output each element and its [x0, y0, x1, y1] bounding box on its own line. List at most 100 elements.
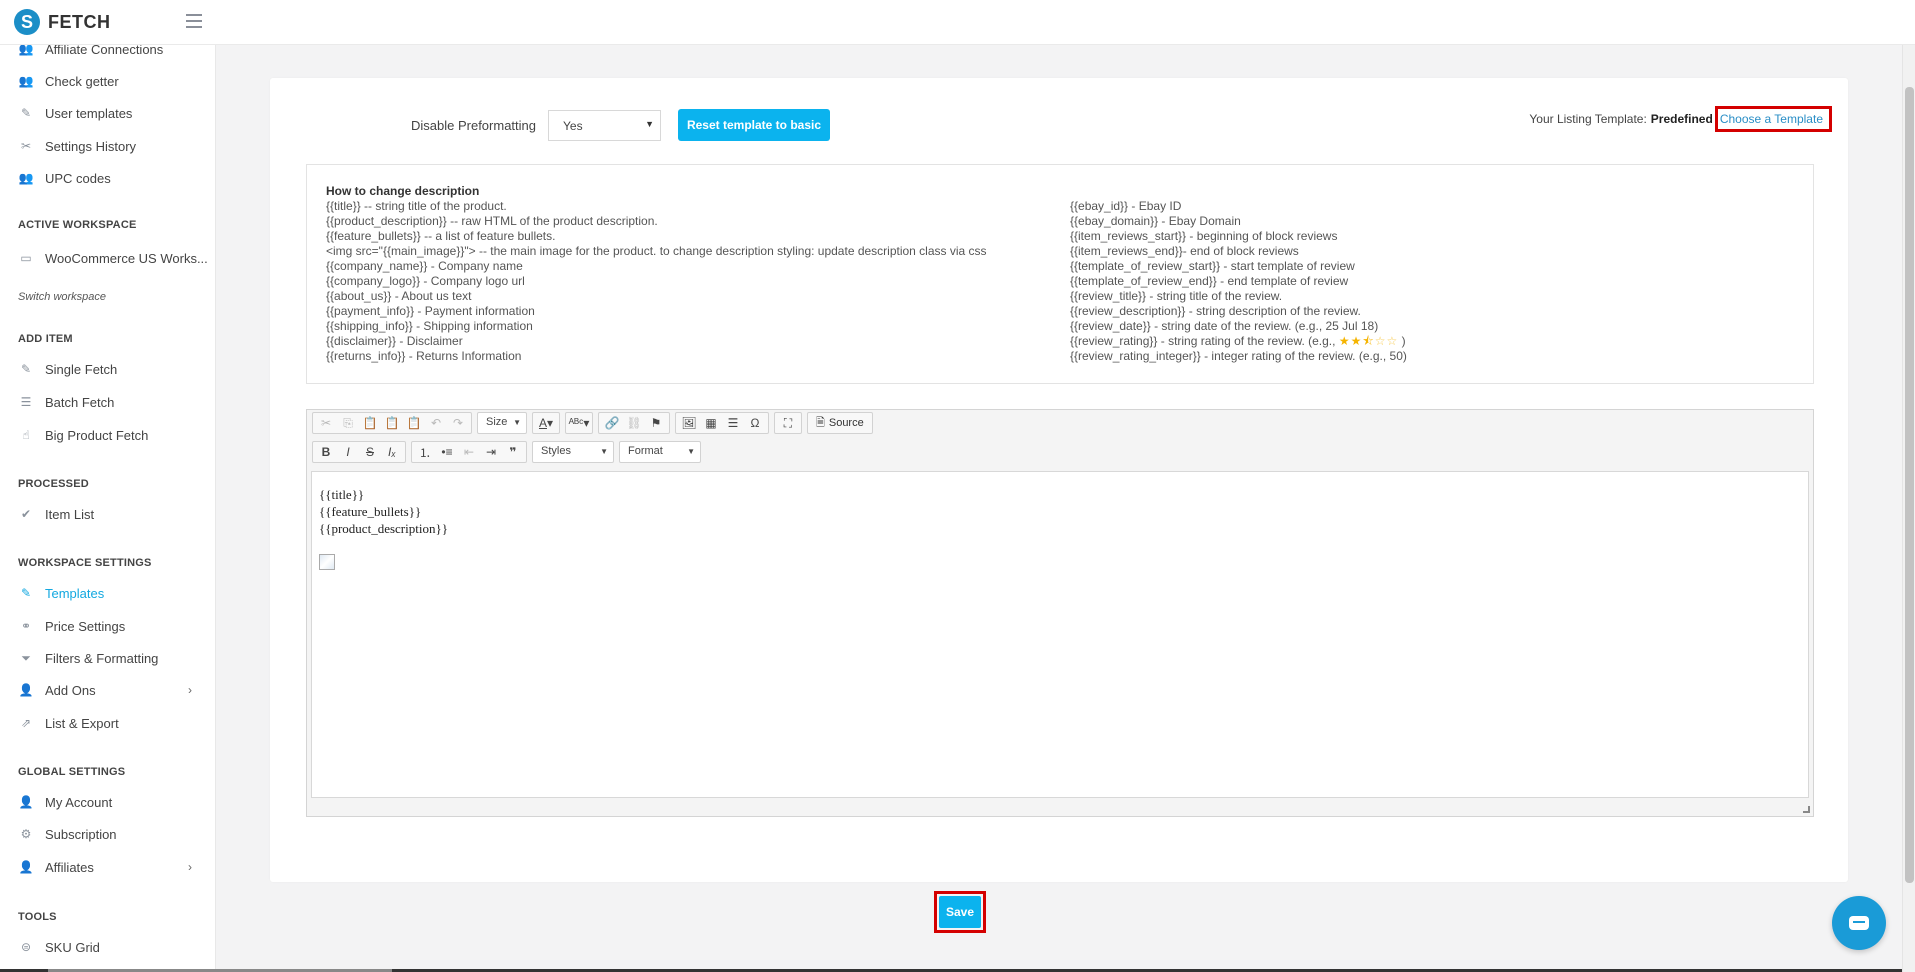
help-line: {{returns_info}} - Returns Information [326, 349, 522, 363]
sidebar-item-label: List & Export [45, 715, 119, 731]
section-global-settings: GLOBAL SETTINGS [18, 766, 126, 778]
spellcheck-icon[interactable]: ᴬᴮᶜ▾ [568, 413, 590, 433]
chat-button[interactable] [1832, 896, 1886, 950]
editor-line: {{title}} [319, 487, 365, 502]
blockquote-icon[interactable]: ❞ [502, 442, 524, 462]
user-plus-icon: 👤 [18, 860, 34, 874]
save-button[interactable]: Save [939, 896, 981, 928]
paste-text-icon[interactable]: 📋 [381, 413, 403, 433]
sidebar-item-label: Big Product Fetch [45, 427, 149, 443]
resize-handle-icon[interactable] [1803, 806, 1810, 813]
sidebar-item-label: Price Settings [45, 618, 126, 634]
indent-icon[interactable]: ⇥ [480, 442, 502, 462]
link-group: 🔗 ⛓ ⚑ [598, 412, 670, 434]
outdent-icon[interactable]: ⇤ [458, 442, 480, 462]
sidebar-item-workspace[interactable]: ▭ WooCommerce US Works... [18, 247, 208, 269]
sidebar-item-upc-codes[interactable]: 👥 UPC codes [18, 167, 208, 189]
help-line: {{title}} -- string title of the product… [326, 199, 507, 213]
user-plus-icon: 👤 [18, 683, 34, 697]
sidebar-item-user-templates[interactable]: ✎ User templates [18, 102, 208, 124]
anchor-flag-icon[interactable]: ⚑ [645, 413, 667, 433]
rating-stars-icon: ★★⯪☆☆ [1338, 334, 1399, 348]
switch-workspace-link[interactable]: Switch workspace [18, 291, 106, 303]
format-dropdown[interactable]: Format ▼ [619, 441, 701, 463]
copy-icon[interactable]: ⎘ [337, 413, 359, 433]
sidebar-item-list-export[interactable]: ⇗ List & Export [18, 712, 208, 734]
help-right-column: {{ebay_id}} - Ebay ID {{ebay_domain}} - … [1070, 199, 1407, 364]
review-rating-suffix: ) [1401, 334, 1406, 348]
export-icon: ⇗ [20, 716, 32, 730]
table-icon[interactable]: ▦ [700, 413, 722, 433]
sidebar-item-check-getter[interactable]: 👥 Check getter [18, 70, 208, 92]
help-line-review-rating: {{review_rating}} - string rating of the… [1070, 334, 1407, 349]
sidebar-item-subscription[interactable]: ⚙ Subscription [18, 823, 208, 845]
bold-icon[interactable]: B [315, 442, 337, 462]
bulleted-list-icon[interactable]: •≡ [436, 442, 458, 462]
chevron-right-icon: › [188, 683, 192, 697]
maximize-icon[interactable]: ⛶ [777, 413, 799, 433]
image-icon[interactable]: 🖼 [678, 413, 700, 433]
caret-down-icon: ▼ [645, 119, 654, 129]
source-group: 🗎 Source [807, 412, 873, 434]
sidebar-item-batch-fetch[interactable]: ☰ Batch Fetch [18, 391, 208, 413]
user-icon: 👤 [18, 795, 34, 809]
help-line: {{item_reviews_start}} - beginning of bl… [1070, 229, 1338, 243]
disable-preformatting-select[interactable]: Yes ▼ [548, 110, 661, 141]
choose-template-link[interactable]: Choose a Template [1714, 106, 1832, 132]
sidebar-item-big-product-fetch[interactable]: ☝ Big Product Fetch [18, 424, 208, 446]
paste-word-icon[interactable]: 📋 [403, 413, 425, 433]
source-button[interactable]: 🗎 Source [810, 413, 870, 433]
sidebar-item-label: User templates [45, 105, 133, 121]
reset-template-button[interactable]: Reset template to basic [678, 109, 830, 141]
sidebar-item-filters-formatting[interactable]: ⏷ Filters & Formatting [18, 647, 208, 669]
remove-format-icon[interactable]: Iₓ [381, 442, 403, 462]
brush-icon: ✎ [20, 586, 32, 600]
menu-toggle-icon[interactable] [186, 14, 202, 28]
undo-icon[interactable]: ↶ [425, 413, 447, 433]
editor-content[interactable]: {{title}} {{feature_bullets}} {{product_… [311, 471, 1809, 798]
sidebar-item-item-list[interactable]: ✔ Item List [18, 503, 208, 525]
size-dropdown[interactable]: Size ▼ [477, 412, 527, 434]
sidebar-item-label: WooCommerce US Works... [45, 250, 208, 266]
sidebar-item-label: Subscription [45, 826, 117, 842]
sidebar-item-label: Affiliates [45, 859, 94, 875]
strikethrough-icon[interactable]: S [359, 442, 381, 462]
sidebar-item-affiliates[interactable]: 👤 Affiliates › [18, 856, 208, 878]
paste-icon[interactable]: 📋 [359, 413, 381, 433]
sidebar-item-label: Affiliate Connections [45, 45, 164, 57]
help-line: {{template_of_review_end}} - end templat… [1070, 274, 1349, 288]
redo-icon[interactable]: ↷ [447, 413, 469, 433]
clipboard-group: ✂ ⎘ 📋 📋 📋 ↶ ↷ [312, 412, 472, 434]
sidebar-item-my-account[interactable]: 👤 My Account [18, 791, 208, 813]
italic-icon[interactable]: I [337, 442, 359, 462]
caret-down-icon: ▼ [513, 418, 521, 427]
listing-template-info: Your Listing Template: Predefined Choose… [1529, 106, 1832, 132]
section-processed: PROCESSED [18, 478, 89, 490]
sidebar-item-settings-history[interactable]: ✂ Settings History [18, 135, 208, 157]
brush-icon: ✎ [20, 106, 32, 120]
app-logo[interactable]: S FETCH [14, 9, 111, 35]
sidebar-item-templates[interactable]: ✎ Templates [18, 582, 208, 604]
link-icon[interactable]: 🔗 [601, 413, 623, 433]
disable-preformatting-label: Disable Preformatting [411, 118, 536, 133]
styles-dropdown[interactable]: Styles ▼ [532, 441, 614, 463]
special-char-icon[interactable]: Ω [744, 413, 766, 433]
page-scrollbar[interactable] [1902, 45, 1915, 972]
help-title: How to change description [326, 184, 480, 198]
cut-icon[interactable]: ✂ [315, 413, 337, 433]
sidebar-item-add-ons[interactable]: 👤 Add Ons › [18, 679, 208, 701]
sidebar-item-sku-grid[interactable]: ⊜ SKU Grid [18, 936, 208, 958]
sidebar-item-price-settings[interactable]: ⚭ Price Settings [18, 615, 208, 637]
section-workspace-settings: WORKSPACE SETTINGS [18, 557, 152, 569]
unlink-icon[interactable]: ⛓ [623, 413, 645, 433]
horizontal-line-icon[interactable]: ☰ [722, 413, 744, 433]
broken-image-icon[interactable] [319, 554, 335, 570]
sidebar: 👥 Affiliate Connections 👥 Check getter ✎… [0, 45, 216, 972]
numbered-list-icon[interactable]: ⒈ [414, 442, 436, 462]
coins-icon: ⊜ [20, 940, 32, 954]
sidebar-item-single-fetch[interactable]: ✎ Single Fetch [18, 358, 208, 380]
scrollbar-thumb[interactable] [1905, 87, 1914, 883]
text-color-icon[interactable]: A ▾ [535, 413, 557, 433]
help-line: {{ebay_id}} - Ebay ID [1070, 199, 1182, 213]
sidebar-item-affiliate-connections[interactable]: 👥 Affiliate Connections [18, 45, 208, 60]
